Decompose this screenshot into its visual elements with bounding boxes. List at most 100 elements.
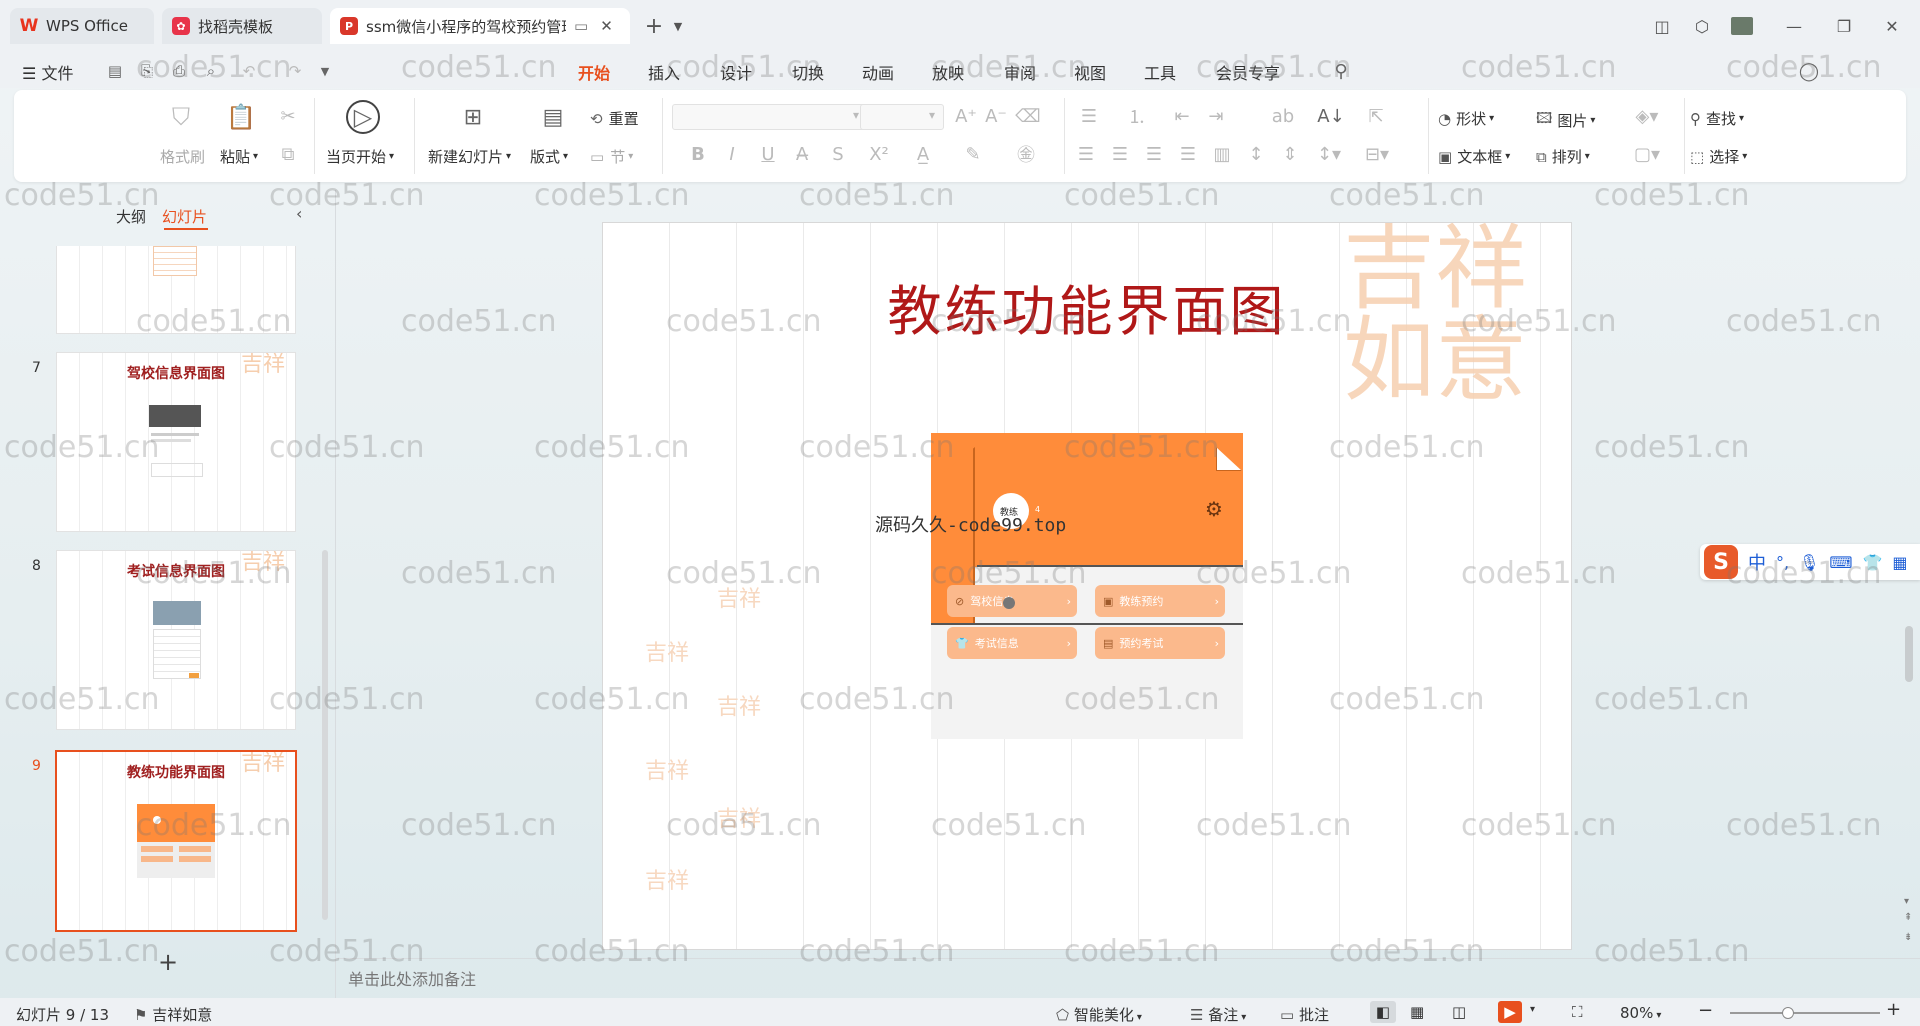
slide-title[interactable]: 教练功能界面图 [603, 267, 1571, 346]
menu-design[interactable]: 设计 [720, 60, 752, 84]
settings-gear-icon[interactable]: ⚙ [1205, 497, 1223, 521]
print-icon[interactable]: ⎙ [168, 60, 190, 82]
coach-booking-button[interactable]: ▣ 教练预约 › [1095, 585, 1225, 617]
theme-name-button[interactable]: ⚑ 吉祥如意 [134, 1004, 212, 1025]
italic-icon[interactable]: I [720, 142, 744, 166]
picture-button[interactable]: 🖾 图片 ▾ [1536, 108, 1595, 133]
slide-thumbnail[interactable] [56, 246, 296, 334]
align-center-icon[interactable]: ☰ [1108, 142, 1132, 166]
slides-tab[interactable]: 幻灯片 [162, 206, 207, 227]
slideshow-chevron-icon[interactable]: ▾ [1530, 1004, 1535, 1015]
superscript-icon[interactable]: X² [864, 142, 894, 166]
menu-transition[interactable]: 切换 [792, 60, 824, 84]
ime-language[interactable]: 中 [1748, 549, 1766, 575]
next-slide-icon[interactable]: ⇟ [1904, 932, 1912, 943]
menu-animation[interactable]: 动画 [862, 60, 894, 84]
play-slideshow-icon[interactable]: ▶ [1498, 1001, 1522, 1023]
font-color-icon[interactable]: A̲ [908, 142, 938, 166]
layout-icon[interactable]: ◫ [1648, 12, 1676, 40]
slide-thumbnail-9-selected[interactable]: 教练功能界面图 吉祥 [55, 750, 297, 932]
format-painter-button[interactable]: 格式刷 [160, 146, 205, 167]
tab-presentation[interactable]: P ssm微信小程序的驾校预约管理 ▭ ✕ [330, 8, 630, 44]
wrap-text-icon[interactable]: ⇱ [1364, 104, 1388, 128]
normal-view-icon[interactable]: ◧ [1370, 1001, 1396, 1023]
tab-docer-templates[interactable]: ✿ 找稻壳模板 [162, 8, 322, 44]
zoom-level[interactable]: 80% ▾ [1620, 1004, 1661, 1022]
keyboard-icon[interactable]: ⌨ [1829, 553, 1852, 572]
copy-icon[interactable]: ⧉ [276, 142, 300, 166]
fill-icon[interactable]: ◈▾ [1628, 104, 1666, 128]
layout-icon[interactable]: ▤ [538, 102, 568, 132]
embedded-screenshot[interactable]: 教练 4 ⚙ ⊘ 驾校信息 › ▣ 教练预约 › 👕 考试信息 › ▤ 预约考试 › [931, 433, 1243, 739]
reading-view-icon[interactable]: ◫ [1452, 1003, 1466, 1021]
increase-font-icon[interactable]: A⁺ [954, 104, 978, 128]
find-button[interactable]: ⚲ 查找 ▾ [1690, 108, 1744, 129]
paragraph-spacing-icon[interactable]: ⇕ [1278, 142, 1302, 166]
menu-home[interactable]: 开始 [578, 60, 610, 84]
close-tab-icon[interactable]: ✕ [600, 17, 613, 35]
reset-button[interactable]: ⟲ 重置 [590, 108, 639, 129]
menu-member[interactable]: 会员专享 [1216, 60, 1280, 84]
zoom-slider-handle[interactable] [1782, 1007, 1794, 1019]
select-button[interactable]: ⬚ 选择 ▾ [1690, 146, 1747, 167]
tab-list-chevron-icon[interactable]: ▼ [664, 12, 692, 40]
quick-access-chevron-icon[interactable]: ▼ [314, 60, 336, 82]
line-spacing-icon[interactable]: ↕ [1244, 142, 1268, 166]
bold-icon[interactable]: B [686, 142, 710, 166]
font-size-select[interactable]: ▾ [860, 104, 944, 130]
menu-slideshow[interactable]: 放映 [932, 60, 964, 84]
menu-review[interactable]: 审阅 [1004, 60, 1036, 84]
export-icon[interactable]: ⎘ [136, 60, 158, 82]
new-slide-button[interactable]: 新建幻灯片 ▾ [428, 146, 511, 167]
undo-icon[interactable]: ↶ [238, 60, 260, 82]
justify-icon[interactable]: ☰ [1176, 142, 1200, 166]
align-right-icon[interactable]: ☰ [1142, 142, 1166, 166]
numbered-list-icon[interactable]: ⒈ [1122, 104, 1152, 128]
menu-view[interactable]: 视图 [1074, 60, 1106, 84]
bullet-list-icon[interactable]: ☰ [1074, 104, 1104, 128]
comment-button[interactable]: ▭ 批注 [1280, 1004, 1329, 1025]
textbox-button[interactable]: ▣ 文本框 ▾ [1438, 146, 1510, 167]
decrease-indent-icon[interactable]: ⇤ [1170, 104, 1194, 128]
ime-toolbar[interactable]: S 中 °, 🎙 ⌨ 👕 ▦ [1700, 544, 1920, 580]
cut-icon[interactable]: ✂ [276, 104, 300, 128]
toolbox-icon[interactable]: ▦ [1892, 553, 1907, 572]
paste-button[interactable]: 粘贴 ▾ [220, 146, 258, 167]
add-slide-icon[interactable]: + [158, 948, 178, 976]
strikethrough-icon[interactable]: A̶ [790, 142, 814, 166]
sort-icon[interactable]: A↓ [1314, 104, 1348, 128]
new-slide-icon[interactable]: ⊞ [458, 102, 488, 132]
notes-placeholder[interactable]: 单击此处添加备注 [348, 966, 476, 990]
spacing-dropdown-icon[interactable]: ↕▾ [1312, 142, 1346, 166]
tab-wps-office[interactable]: W WPS Office [10, 8, 154, 44]
text-align-vertical-icon[interactable]: ⊟▾ [1360, 142, 1394, 166]
panel-scrollbar[interactable] [322, 550, 328, 920]
outline-tab[interactable]: 大纲 [116, 206, 146, 227]
notes-button[interactable]: ☰ 备注 ▾ [1190, 1004, 1246, 1025]
text-direction-icon[interactable]: ab [1268, 104, 1298, 128]
restore-icon[interactable]: ❐ [1830, 12, 1858, 40]
redo-icon[interactable]: ↷ [284, 60, 306, 82]
book-exam-button[interactable]: ▤ 预约考试 › [1095, 627, 1225, 659]
overlay-text[interactable]: 源码久久-code99.top [875, 511, 1066, 537]
phonetic-icon[interactable]: ㊎ [1008, 142, 1044, 166]
minimize-icon[interactable]: — [1780, 12, 1808, 40]
smart-beautify-button[interactable]: ⬠ 智能美化 ▾ [1056, 1004, 1142, 1025]
zoom-in-icon[interactable]: + [1886, 999, 1901, 1020]
prev-slide-icon[interactable]: ⇞ [1904, 912, 1912, 923]
microphone-icon[interactable]: 🎙 [1799, 553, 1819, 572]
slide-canvas[interactable]: 吉祥 如意 教练功能界面图 吉祥 吉祥 吉祥 吉祥 吉祥 吉祥 教练 4 ⚙ ⊘ 驾… [602, 222, 1572, 950]
align-left-icon[interactable]: ☰ [1074, 142, 1098, 166]
layout-button[interactable]: 版式 ▾ [530, 146, 568, 167]
shape-button[interactable]: ◔ 形状 ▾ [1438, 108, 1494, 129]
play-icon[interactable]: ▷ [346, 100, 380, 134]
monitor-icon[interactable]: ▭ [574, 17, 588, 35]
clear-format-icon[interactable]: ⌫ [1015, 104, 1040, 128]
start-current-button[interactable]: 当页开始 ▾ [326, 146, 394, 167]
decrease-font-icon[interactable]: A⁻ [984, 104, 1008, 128]
menu-insert[interactable]: 插入 [648, 60, 680, 84]
section-button[interactable]: ▭ 节 ▾ [590, 146, 633, 167]
save-icon[interactable]: ▤ [104, 60, 126, 82]
distribute-icon[interactable]: ▥ [1210, 142, 1234, 166]
slide-sorter-icon[interactable]: ▦ [1410, 1003, 1424, 1021]
